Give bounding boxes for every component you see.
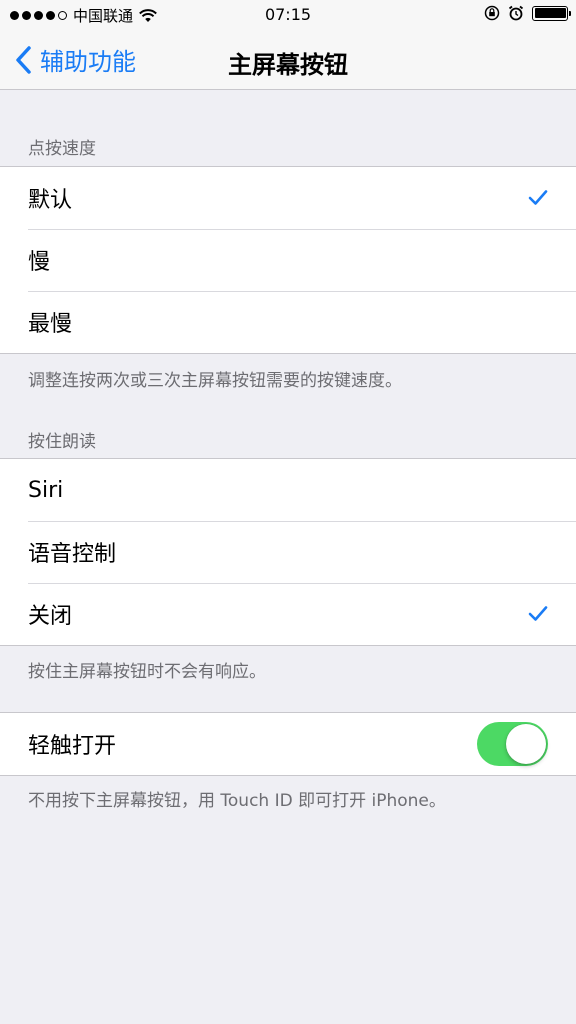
rest-finger-row: 轻触打开	[0, 713, 576, 775]
back-button[interactable]: 辅助功能	[14, 42, 136, 77]
checkmark-icon	[528, 190, 548, 205]
navigation-bar: 辅助功能 主屏幕按钮	[0, 30, 576, 90]
click-speed-option-slowest[interactable]: 最慢	[0, 291, 576, 353]
option-label: 语音控制	[28, 542, 117, 567]
rest-finger-group: 轻触打开	[0, 712, 576, 776]
toggle-knob	[506, 724, 546, 764]
press-hold-option-off[interactable]: 关闭	[0, 583, 576, 645]
click-speed-option-slow[interactable]: 慢	[0, 229, 576, 291]
status-left: 中国联通	[10, 5, 157, 26]
click-speed-footer: 调整连按两次或三次主屏幕按钮需要的按键速度。	[28, 371, 402, 391]
click-speed-header: 点按速度	[28, 139, 96, 159]
checkmark-icon	[528, 606, 548, 621]
press-hold-option-voice-control[interactable]: 语音控制	[0, 521, 576, 583]
status-right	[484, 5, 571, 21]
click-speed-option-default[interactable]: 默认	[0, 167, 576, 229]
wifi-icon	[139, 8, 157, 22]
press-hold-option-siri[interactable]: Siri	[0, 459, 576, 521]
battery-level-fill	[534, 8, 566, 18]
option-label: Siri	[28, 477, 64, 503]
status-bar: 中国联通 07:15	[0, 0, 576, 30]
signal-strength-icon	[10, 11, 67, 20]
option-label: 默认	[28, 188, 73, 213]
option-label: 关闭	[28, 604, 73, 629]
rest-finger-toggle[interactable]	[477, 722, 548, 766]
press-hold-header: 按住朗读	[28, 432, 96, 452]
rest-finger-footer: 不用按下主屏幕按钮，用 Touch ID 即可打开 iPhone。	[28, 791, 446, 811]
press-hold-group: Siri 语音控制 关闭	[0, 458, 576, 646]
option-label: 最慢	[28, 312, 73, 337]
press-hold-footer: 按住主屏幕按钮时不会有响应。	[28, 662, 266, 682]
battery-icon	[532, 5, 571, 21]
alarm-icon	[508, 5, 524, 21]
carrier-name: 中国联通	[73, 7, 134, 25]
back-button-label: 辅助功能	[40, 48, 136, 76]
chevron-left-icon	[16, 45, 31, 74]
rotation-lock-icon	[484, 5, 500, 21]
rest-finger-label: 轻触打开	[28, 734, 117, 759]
click-speed-group: 默认 慢 最慢	[0, 166, 576, 354]
option-label: 慢	[28, 250, 51, 275]
